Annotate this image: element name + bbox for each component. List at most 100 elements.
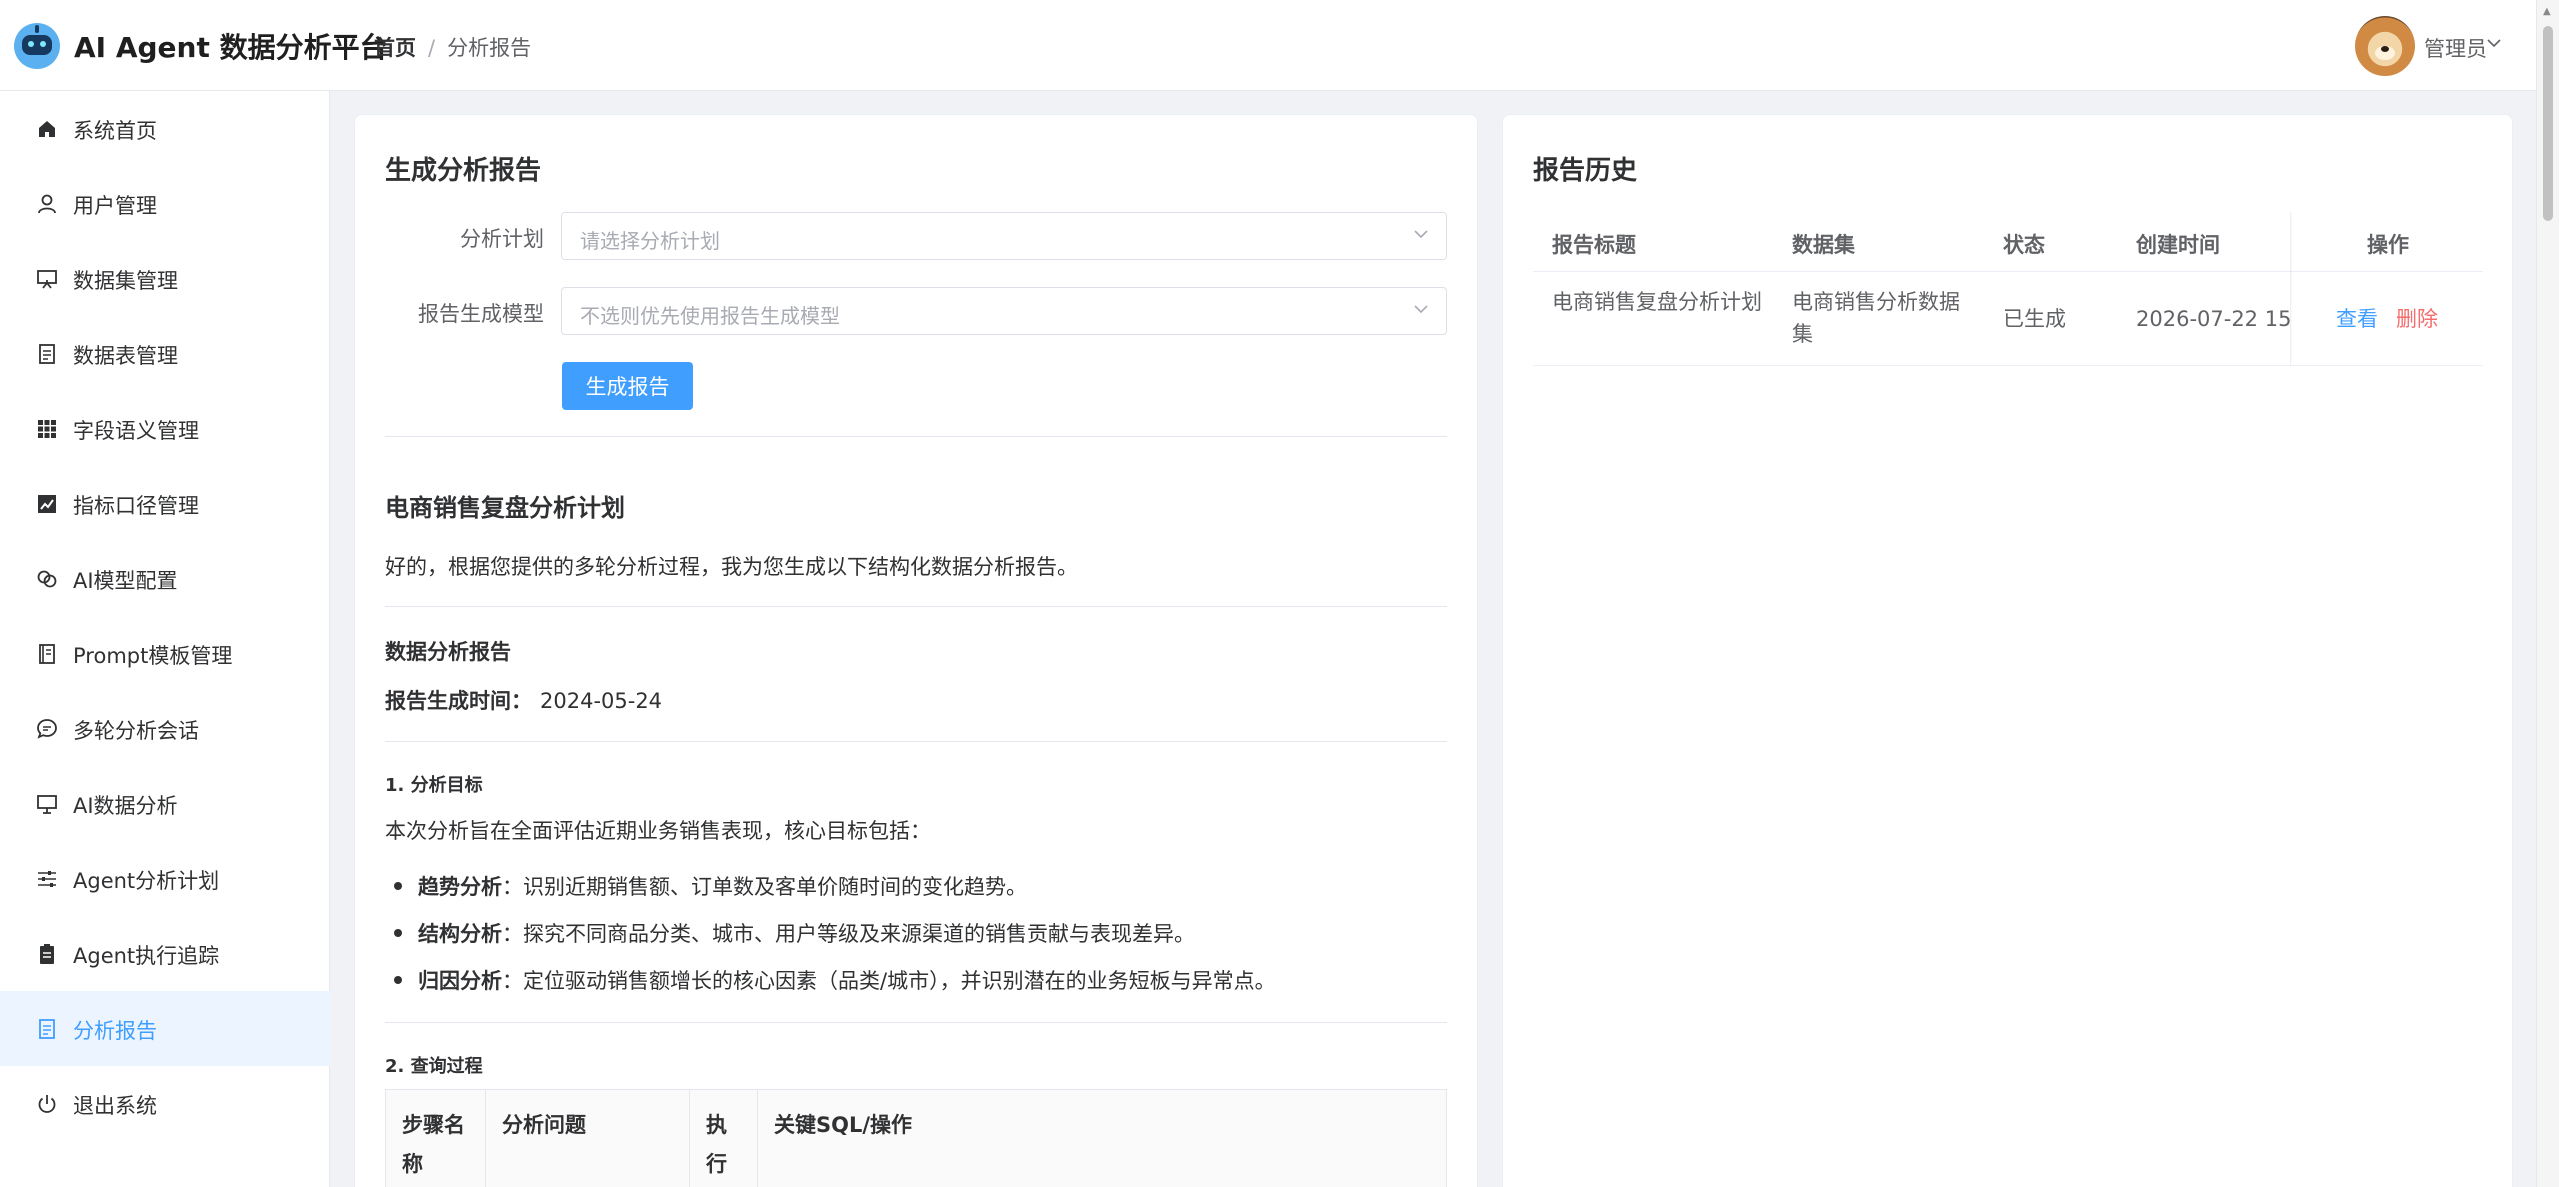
monitor-icon — [36, 793, 58, 815]
report-heading: 数据分析报告 — [385, 640, 511, 664]
sidebar-item-label: Agent分析计划 — [73, 869, 220, 893]
sidebar-item-prompt-templates[interactable]: Prompt模板管理 — [0, 616, 330, 691]
section1-intro: 本次分析旨在全面评估近期业务销售表现，核心目标包括： — [385, 819, 931, 843]
sidebar-item-label: Prompt模板管理 — [73, 644, 233, 668]
home-icon — [36, 118, 58, 140]
sidebar-item-label: 分析报告 — [73, 1019, 157, 1043]
divider — [385, 436, 1447, 437]
goal-item: 归因分析：定位驱动销售额增长的核心因素（品类/城市），并识别潜在的业务短板与异常… — [418, 965, 1276, 995]
divider — [1533, 365, 2483, 366]
scroll-up-icon[interactable]: ▲ — [2543, 6, 2551, 17]
report-icon — [36, 1018, 58, 1040]
report-date-label: 报告生成时间： — [385, 689, 532, 713]
sidebar-item-agent-trace[interactable]: Agent执行追踪 — [0, 916, 330, 991]
breadcrumb-separator: / — [428, 36, 436, 60]
bullet-icon — [394, 882, 402, 890]
sidebar-item-home[interactable]: 系统首页 — [0, 91, 330, 166]
plan-select-placeholder: 请选择分析计划 — [580, 229, 720, 253]
report-history-card — [1502, 114, 2513, 1187]
sidebar-item-tables[interactable]: 数据表管理 — [0, 316, 330, 391]
goal-desc: ：定位驱动销售额增长的核心因素（品类/城市），并识别潜在的业务短板与异常点。 — [502, 969, 1276, 993]
breadcrumb: 首页 / 分析报告 — [374, 32, 531, 62]
sidebar-item-label: 退出系统 — [73, 1094, 157, 1118]
column-header: 步骤名称 — [385, 1089, 486, 1187]
report-plan-title: 电商销售复盘分析计划 — [385, 494, 625, 522]
user-icon — [36, 193, 58, 215]
generate-report-button[interactable]: 生成报告 — [562, 362, 693, 410]
section1-title: 1. 分析目标 — [385, 775, 483, 796]
document-icon — [36, 343, 58, 365]
divider — [385, 606, 1447, 607]
plan-label: 分析计划 — [460, 227, 544, 251]
scrollbar-thumb[interactable] — [2543, 26, 2553, 221]
sidebar-item-label: 用户管理 — [73, 194, 157, 218]
chevron-down-icon[interactable] — [2485, 34, 2503, 56]
presentation-board-icon — [36, 268, 58, 290]
goal-term: 归因分析 — [418, 969, 502, 993]
breadcrumb-current: 分析报告 — [447, 36, 532, 60]
column-header: 创建时间 — [2136, 233, 2220, 257]
generate-report-card — [354, 114, 1478, 1187]
notebook-icon — [36, 643, 58, 665]
chevron-down-icon — [1412, 300, 1430, 318]
sidebar-item-logout[interactable]: 退出系统 — [0, 1066, 330, 1141]
user-avatar[interactable] — [2355, 16, 2415, 76]
sidebar-item-reports[interactable]: 分析报告 — [0, 991, 330, 1066]
sidebar-item-metrics[interactable]: 指标口径管理 — [0, 466, 330, 541]
sidebar-item-datasets[interactable]: 数据集管理 — [0, 241, 330, 316]
line-chart-icon — [36, 493, 58, 515]
goal-desc: ：识别近期销售额、订单数及客单价随时间的变化趋势。 — [502, 875, 1027, 899]
plan-select[interactable]: 请选择分析计划 — [561, 212, 1447, 260]
history-cell-created: 2026-07-22 15:2 — [2136, 307, 2290, 331]
power-icon — [36, 1093, 58, 1115]
sidebar-item-agent-plans[interactable]: Agent分析计划 — [0, 841, 330, 916]
goal-desc: ：探究不同商品分类、城市、用户等级及来源渠道的销售贡献与表现差异。 — [502, 922, 1195, 946]
sidebar-item-label: 数据表管理 — [73, 344, 178, 368]
sidebar-item-label: 多轮分析会话 — [73, 719, 199, 743]
column-header: 操作 — [2367, 233, 2409, 257]
history-cell-status: 已生成 — [2003, 307, 2066, 331]
goal-term: 趋势分析 — [418, 875, 502, 899]
column-header: 执行 — [689, 1089, 758, 1187]
goal-term: 结构分析 — [418, 922, 502, 946]
divider — [1533, 271, 2483, 272]
report-intro: 好的，根据您提供的多轮分析过程，我为您生成以下结构化数据分析报告。 — [385, 555, 1078, 579]
sidebar-item-label: AI模型配置 — [73, 569, 178, 593]
column-header: 报告标题 — [1552, 233, 1636, 257]
app-title: AI Agent 数据分析平台 — [74, 31, 388, 64]
column-header: 关键SQL/操作 — [757, 1089, 1447, 1187]
bullet-icon — [394, 929, 402, 937]
delete-report-link[interactable]: 删除 — [2396, 303, 2438, 333]
divider — [385, 1022, 1447, 1023]
linked-circles-icon — [36, 568, 58, 590]
top-header: AI Agent 数据分析平台 首页 / 分析报告 管理员 — [0, 0, 2536, 91]
sidebar-item-ai-analysis[interactable]: AI数据分析 — [0, 766, 330, 841]
report-date: 报告生成时间： 2024-05-24 — [385, 685, 662, 715]
sidebar-item-label: 指标口径管理 — [73, 494, 199, 518]
sidebar-item-users[interactable]: 用户管理 — [0, 166, 330, 241]
history-cell-title: 电商销售复盘分析计划 — [1552, 290, 1762, 314]
sidebar-item-label: AI数据分析 — [73, 794, 178, 818]
bullet-icon — [394, 976, 402, 984]
view-report-link[interactable]: 查看 — [2336, 303, 2378, 333]
generate-report-title: 生成分析报告 — [385, 156, 542, 186]
sliders-icon — [36, 868, 58, 890]
user-name[interactable]: 管理员 — [2424, 33, 2487, 63]
clipboard-icon — [36, 943, 58, 965]
sidebar-item-field-semantics[interactable]: 字段语义管理 — [0, 391, 330, 466]
model-select[interactable]: 不选则优先使用报告生成模型 — [561, 287, 1447, 335]
page-scrollbar[interactable]: ▲ — [2536, 0, 2559, 1187]
report-date-value: 2024-05-24 — [540, 689, 663, 713]
chevron-down-icon — [1412, 225, 1430, 243]
column-header: 分析问题 — [485, 1089, 690, 1187]
table-header-row: 步骤名称 分析问题 执行 关键SQL/操作 — [385, 1089, 1447, 1187]
sidebar-item-sessions[interactable]: 多轮分析会话 — [0, 691, 330, 766]
sidebar-item-ai-models[interactable]: AI模型配置 — [0, 541, 330, 616]
chat-icon — [36, 718, 58, 740]
sidebar-item-label: Agent执行追踪 — [73, 944, 220, 968]
sidebar-item-label: 数据集管理 — [73, 269, 178, 293]
sidebar: 系统首页 用户管理 数据集管理 数据表管理 字段语义管理 指标口径管理 AI模型… — [0, 91, 330, 1187]
sidebar-item-label: 字段语义管理 — [73, 419, 199, 443]
sidebar-item-label: 系统首页 — [73, 119, 157, 143]
breadcrumb-home[interactable]: 首页 — [374, 36, 416, 60]
